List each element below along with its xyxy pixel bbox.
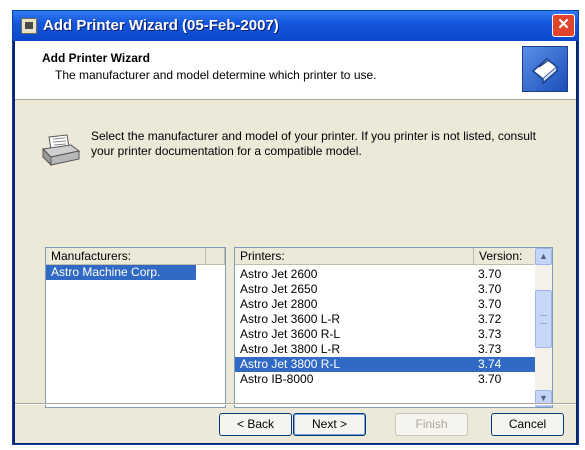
instruction-text: Select the manufacturer and model of you…: [91, 129, 536, 158]
printer-version: 3.70: [478, 297, 502, 311]
column-header-filler: [206, 248, 225, 265]
printer-row[interactable]: Astro Jet 3600 L-R 3.72: [235, 312, 536, 327]
cancel-button[interactable]: Cancel: [491, 413, 564, 436]
dialog-body: Add Printer Wizard The manufacturer and …: [15, 41, 576, 443]
manufacturers-column-header[interactable]: Manufacturers:: [46, 248, 206, 265]
printer-row[interactable]: Astro Jet 2800 3.70: [235, 297, 536, 312]
printer-row[interactable]: Astro Jet 3800 L-R 3.73: [235, 342, 536, 357]
printer-app-icon: [21, 18, 37, 34]
printer-row[interactable]: Astro Jet 3600 R-L 3.73: [235, 327, 536, 342]
printer-row-selected[interactable]: Astro Jet 3800 R-L 3.74: [235, 357, 536, 372]
printer-name: Astro Jet 3600 R-L: [240, 327, 341, 341]
printer-version: 3.70: [478, 267, 502, 281]
printer-name: Astro Jet 2800: [240, 297, 318, 311]
printer-row[interactable]: Astro IB-8000 3.70: [235, 372, 536, 387]
printer-row[interactable]: Astro Jet 2650 3.70: [235, 282, 536, 297]
version-column-header[interactable]: Version:: [474, 248, 536, 265]
printers-list[interactable]: Printers: Version: Astro Jet 2600 3.70 A…: [234, 247, 553, 408]
window-title: Add Printer Wizard (05-Feb-2007): [43, 17, 279, 34]
manufacturers-list[interactable]: Manufacturers: Astro Machine Corp.: [45, 247, 226, 408]
close-button[interactable]: ✕: [552, 14, 575, 37]
back-button[interactable]: < Back: [219, 413, 292, 436]
printer-version: 3.74: [478, 357, 502, 371]
title-bar[interactable]: Add Printer Wizard (05-Feb-2007) ✕: [13, 11, 578, 41]
printer-name: Astro Jet 3600 L-R: [240, 312, 341, 326]
printer-version: 3.70: [478, 372, 502, 386]
manufacturer-item[interactable]: Astro Machine Corp.: [46, 265, 196, 280]
printer-row[interactable]: Astro Jet 2600 3.70: [235, 267, 536, 282]
printer-version: 3.73: [478, 327, 502, 341]
printer-version: 3.70: [478, 282, 502, 296]
button-divider: [15, 403, 576, 405]
printer-name: Astro IB-8000: [240, 372, 314, 386]
manufacturer-label: Astro Machine Corp.: [51, 265, 161, 279]
printer-name: Astro Jet 3800 L-R: [240, 342, 341, 356]
wizard-window: Add Printer Wizard (05-Feb-2007) ✕ Add P…: [12, 10, 579, 445]
printers-scrollbar[interactable]: ▲ ▼: [535, 248, 552, 407]
wizard-header: Add Printer Wizard The manufacturer and …: [15, 41, 576, 100]
printer-name: Astro Jet 2650: [240, 282, 318, 296]
printers-column-header[interactable]: Printers:: [235, 248, 474, 265]
printer-wizard-icon: [522, 46, 568, 92]
header-title: Add Printer Wizard: [42, 51, 150, 65]
printer-icon: [41, 134, 81, 167]
printer-name: Astro Jet 3800 R-L: [240, 357, 341, 371]
printer-name: Astro Jet 2600: [240, 267, 318, 281]
next-button[interactable]: Next >: [293, 413, 366, 436]
finish-button[interactable]: Finish: [395, 413, 468, 436]
header-subtitle: The manufacturer and model determine whi…: [55, 68, 377, 82]
printer-version: 3.73: [478, 342, 502, 356]
printer-version: 3.72: [478, 312, 502, 326]
scroll-thumb[interactable]: [535, 290, 552, 348]
scroll-up-icon[interactable]: ▲: [535, 248, 552, 265]
